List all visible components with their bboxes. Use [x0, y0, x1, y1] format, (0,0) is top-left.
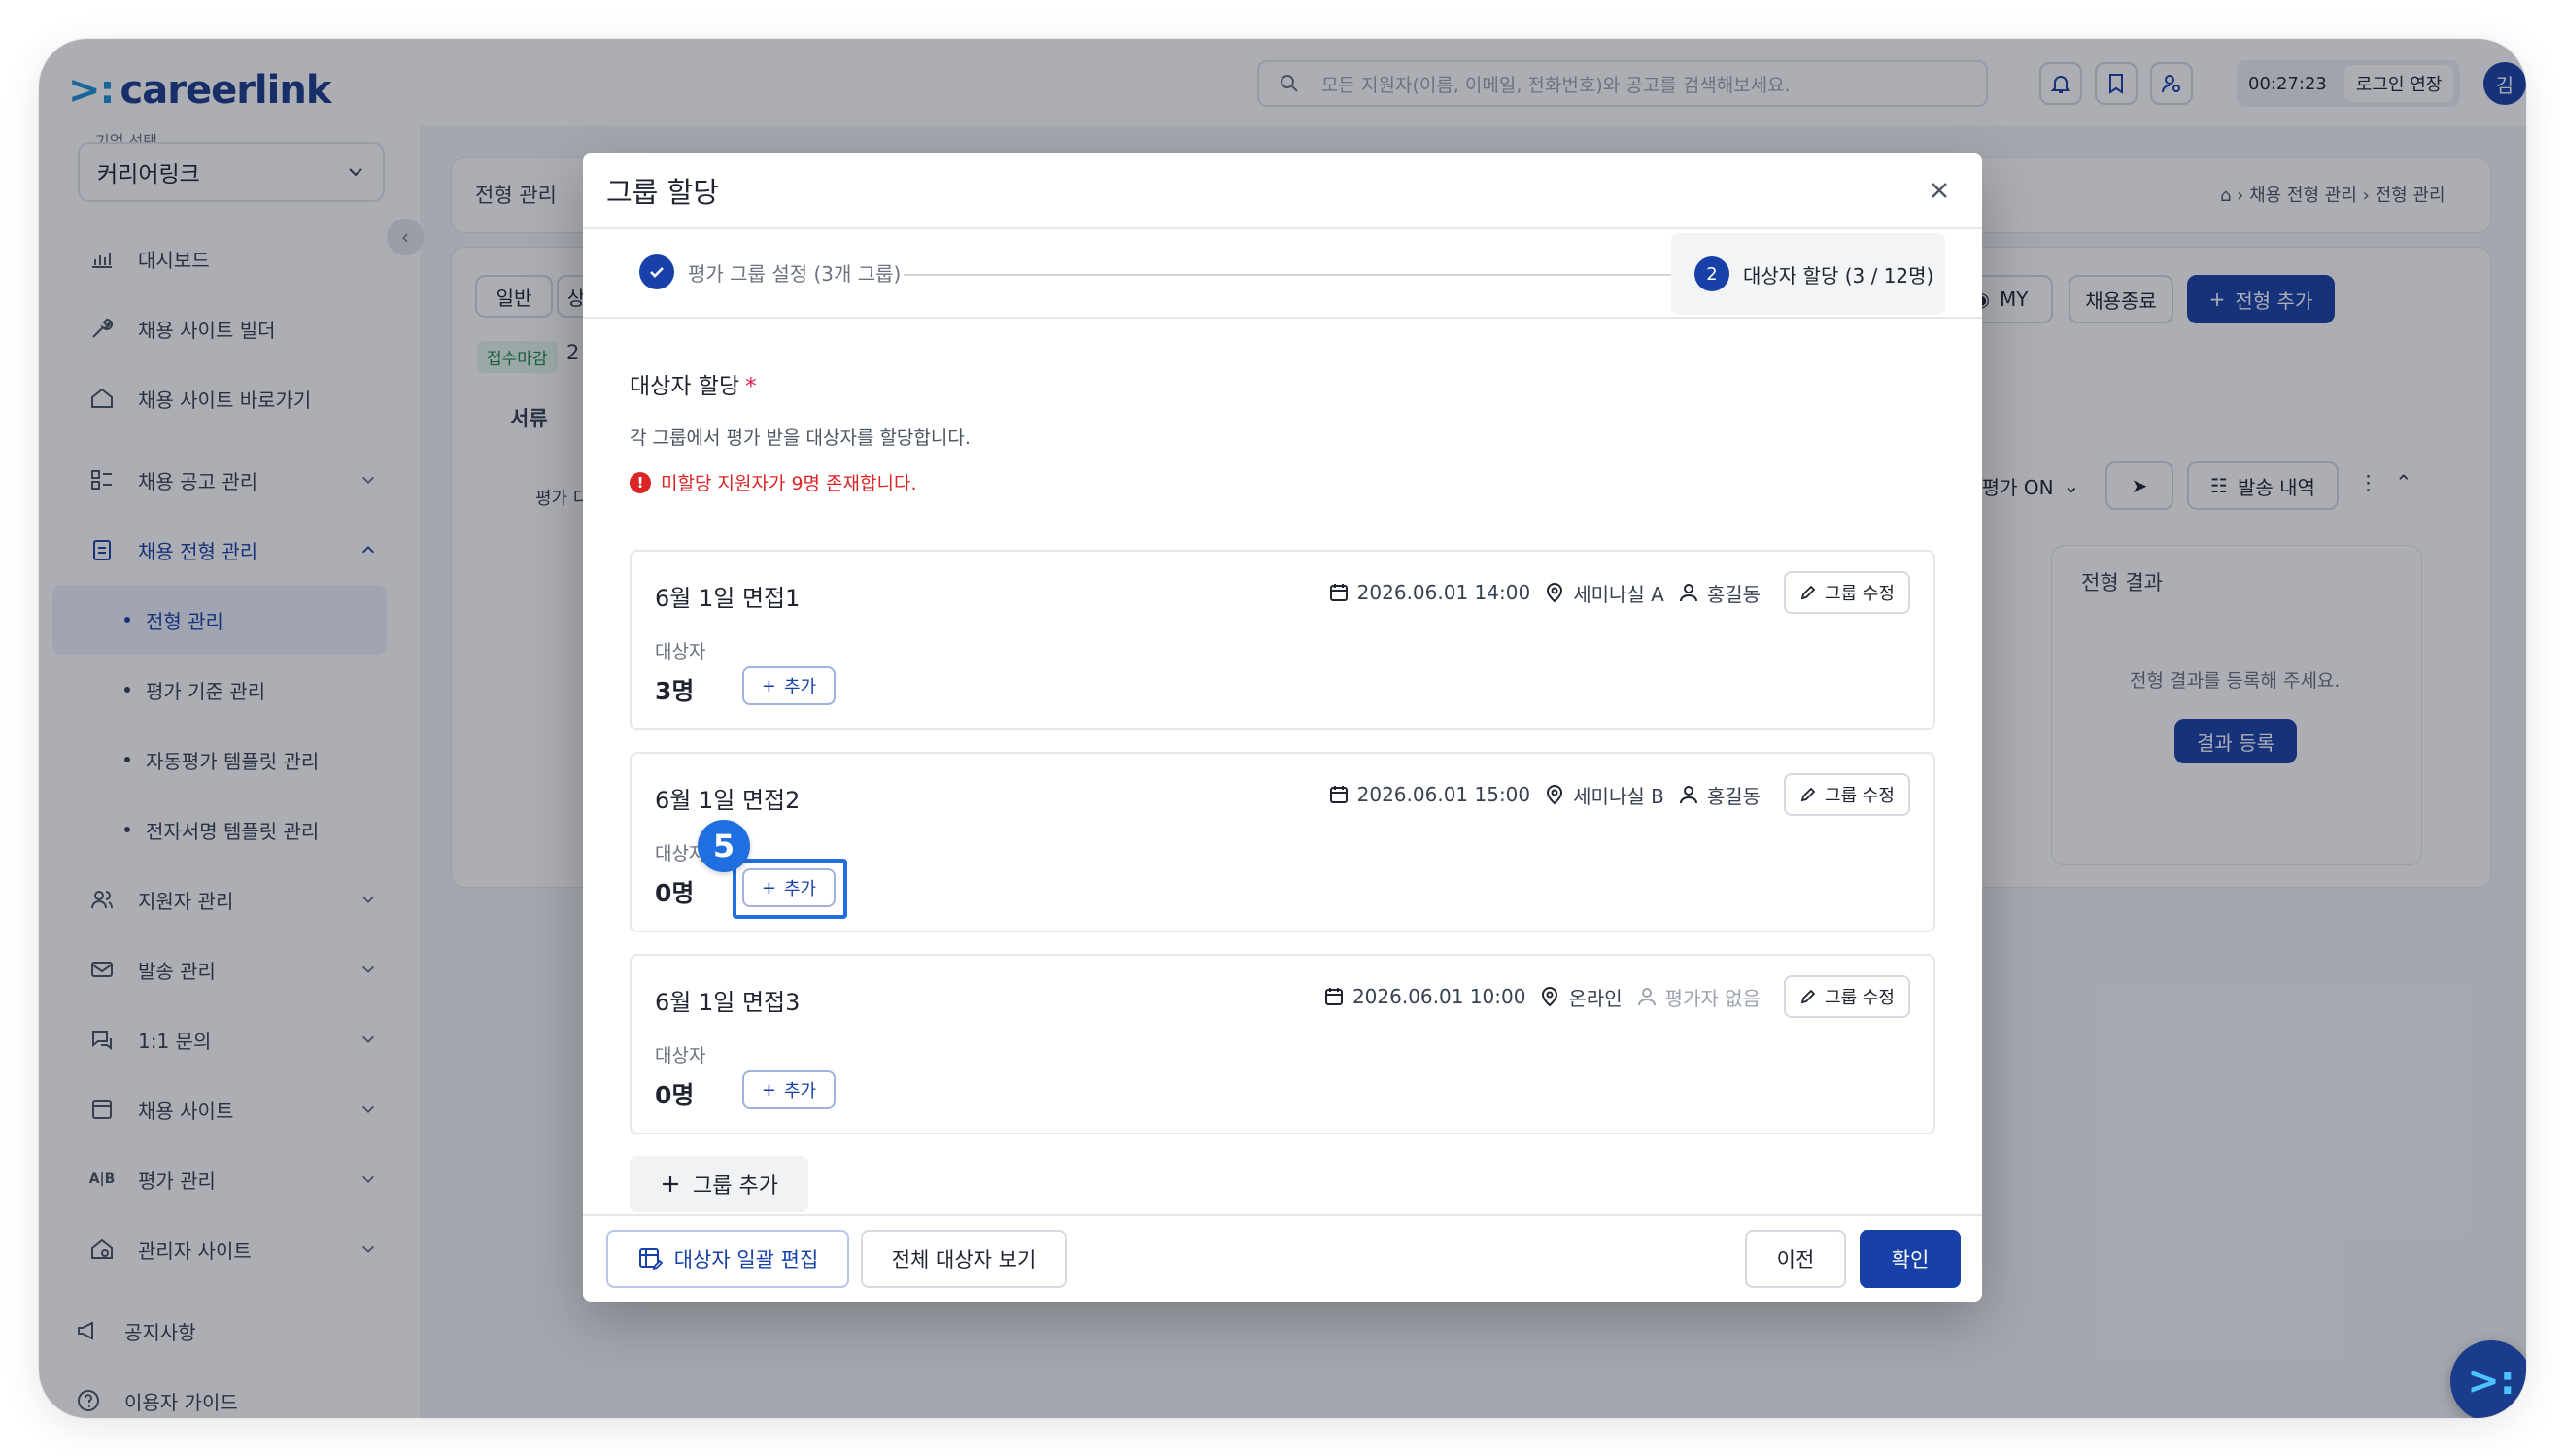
group-assign-modal: 그룹 할당 평가 그룹 설정 (3개 그룹) 2 대상자 할당 (3 / 12명…: [583, 153, 1982, 1302]
location-pin-icon: [1547, 583, 1563, 603]
pencil-icon: [1800, 787, 1816, 802]
step-2-label: 대상자 할당 (3 / 12명): [1743, 263, 1934, 288]
target-label: 대상자: [655, 1045, 706, 1067]
group-location: 세미나실 A: [1544, 579, 1664, 607]
target-count: 3명: [655, 677, 695, 705]
section-description: 각 그룹에서 평가 받을 대상자를 할당합니다.: [630, 427, 971, 449]
section-title-text: 대상자 할당: [630, 374, 740, 399]
group-datetime: 2026.06.01 10:00: [1323, 985, 1526, 1008]
group-name: 6월 1일 면접2: [655, 787, 801, 814]
target-count: 0명: [655, 879, 695, 907]
group-location: 온라인: [1539, 983, 1623, 1011]
edit-group-button[interactable]: 그룹 수정: [1784, 571, 1910, 614]
check-icon: [639, 254, 674, 289]
target-label: 대상자: [655, 641, 706, 662]
close-button[interactable]: [1920, 171, 1959, 210]
evaluator-text: 평가자 없음: [1664, 986, 1761, 1010]
alert-icon: !: [630, 471, 651, 493]
group-evaluator: 홍길동: [1678, 579, 1761, 607]
evaluator-text: 홍길동: [1706, 784, 1761, 808]
required-mark: *: [745, 374, 757, 399]
target-count: 0명: [655, 1081, 695, 1109]
person-icon: [1679, 786, 1697, 804]
edit-group-label: 그룹 수정: [1825, 988, 1895, 1008]
section-title: 대상자 할당 *: [630, 367, 1935, 400]
datetime-text: 2026.06.01 15:00: [1356, 783, 1531, 806]
app-window: >: careerlink 기업 선택 커리어링크 대시보드 채용 사이트 빌더…: [39, 39, 2526, 1418]
add-group-label: 그룹 추가: [693, 1174, 778, 1199]
edit-group-button[interactable]: 그룹 수정: [1784, 773, 1910, 816]
group-name: 6월 1일 면접3: [655, 989, 801, 1016]
group-meta: 2026.06.01 15:00 세미나실 B 홍길동 그룹 수정: [1328, 773, 1910, 816]
group-card: 6월 1일 면접3 2026.06.01 10:00 온라인 평가자 없음 그룹…: [630, 954, 1935, 1134]
group-card: 6월 1일 면접1 2026.06.01 14:00 세미나실 A 홍길동 그룹…: [630, 550, 1935, 730]
modal-body: 대상자 할당 * 각 그룹에서 평가 받을 대상자를 할당합니다. ! 미할당 지…: [583, 319, 1982, 495]
calendar-icon: [1329, 584, 1348, 601]
modal-footer: 대상자 일괄 편집 전체 대상자 보기 이전 확인: [583, 1214, 1982, 1302]
location-text: 세미나실 B: [1573, 784, 1664, 808]
plus-icon: +: [761, 1079, 776, 1100]
stepper: 평가 그룹 설정 (3개 그룹) 2 대상자 할당 (3 / 12명): [583, 229, 1982, 319]
unassigned-warning[interactable]: ! 미할당 지원자가 9명 존재합니다.: [630, 469, 1935, 495]
view-all-targets-button[interactable]: 전체 대상자 보기: [861, 1230, 1067, 1288]
confirm-button[interactable]: 확인: [1860, 1230, 1961, 1288]
modal-title: 그룹 할당: [606, 176, 719, 209]
group-location: 세미나실 B: [1544, 781, 1664, 809]
add-group-button[interactable]: 그룹 추가: [630, 1156, 808, 1212]
brand-chevron-icon: >:: [2467, 1359, 2515, 1404]
edit-group-label: 그룹 수정: [1825, 584, 1895, 604]
pencil-icon: [1800, 989, 1816, 1004]
table-edit-icon: [638, 1248, 663, 1270]
group-evaluator: 홍길동: [1678, 781, 1761, 809]
group-meta: 2026.06.01 14:00 세미나실 A 홍길동 그룹 수정: [1328, 571, 1910, 614]
help-chat-button[interactable]: >:: [2450, 1340, 2526, 1418]
datetime-text: 2026.06.01 10:00: [1351, 985, 1526, 1008]
add-target-button[interactable]: + 추가: [742, 1070, 836, 1109]
location-pin-icon: [1547, 785, 1563, 805]
location-pin-icon: [1542, 987, 1558, 1007]
step-2-number: 2: [1694, 256, 1729, 291]
edit-group-button[interactable]: 그룹 수정: [1784, 975, 1910, 1018]
group-meta: 2026.06.01 10:00 온라인 평가자 없음 그룹 수정: [1323, 975, 1910, 1018]
evaluator-text: 홍길동: [1706, 582, 1761, 606]
add-target-label: 추가: [783, 1081, 817, 1101]
warning-text: 미할당 지원자가 9명 존재합니다.: [661, 473, 917, 494]
calendar-icon: [1324, 988, 1343, 1005]
step-connector: [904, 274, 1671, 276]
group-name: 6월 1일 면접1: [655, 585, 801, 612]
close-icon: [1932, 183, 1947, 198]
plus-icon: +: [761, 675, 776, 696]
person-icon: [1637, 988, 1656, 1006]
step-2[interactable]: 2 대상자 할당 (3 / 12명): [1671, 233, 1945, 315]
person-icon: [1679, 584, 1697, 602]
pencil-icon: [1800, 585, 1816, 600]
calendar-icon: [1329, 786, 1348, 803]
plus-icon: [663, 1176, 679, 1192]
add-target-button[interactable]: + 추가: [742, 666, 836, 705]
bulk-edit-button[interactable]: 대상자 일괄 편집: [606, 1230, 849, 1288]
prev-button[interactable]: 이전: [1745, 1230, 1846, 1288]
group-evaluator: 평가자 없음: [1636, 983, 1761, 1011]
group-card: 6월 1일 면접2 2026.06.01 15:00 세미나실 B 홍길동 그룹…: [630, 752, 1935, 932]
step-1-label: 평가 그룹 설정 (3개 그룹): [688, 261, 902, 286]
location-text: 세미나실 A: [1573, 582, 1664, 606]
bulk-edit-label: 대상자 일괄 편집: [673, 1248, 819, 1271]
tutorial-highlight-box: [733, 859, 847, 919]
tutorial-step-badge: 5: [698, 820, 750, 872]
step-1[interactable]: 평가 그룹 설정 (3개 그룹): [639, 254, 901, 289]
group-datetime: 2026.06.01 15:00: [1328, 783, 1531, 806]
datetime-text: 2026.06.01 14:00: [1356, 581, 1531, 604]
add-target-label: 추가: [783, 677, 817, 697]
edit-group-label: 그룹 수정: [1825, 786, 1895, 806]
group-datetime: 2026.06.01 14:00: [1328, 581, 1531, 604]
location-text: 온라인: [1568, 986, 1623, 1010]
modal-header: 그룹 할당: [583, 153, 1982, 229]
